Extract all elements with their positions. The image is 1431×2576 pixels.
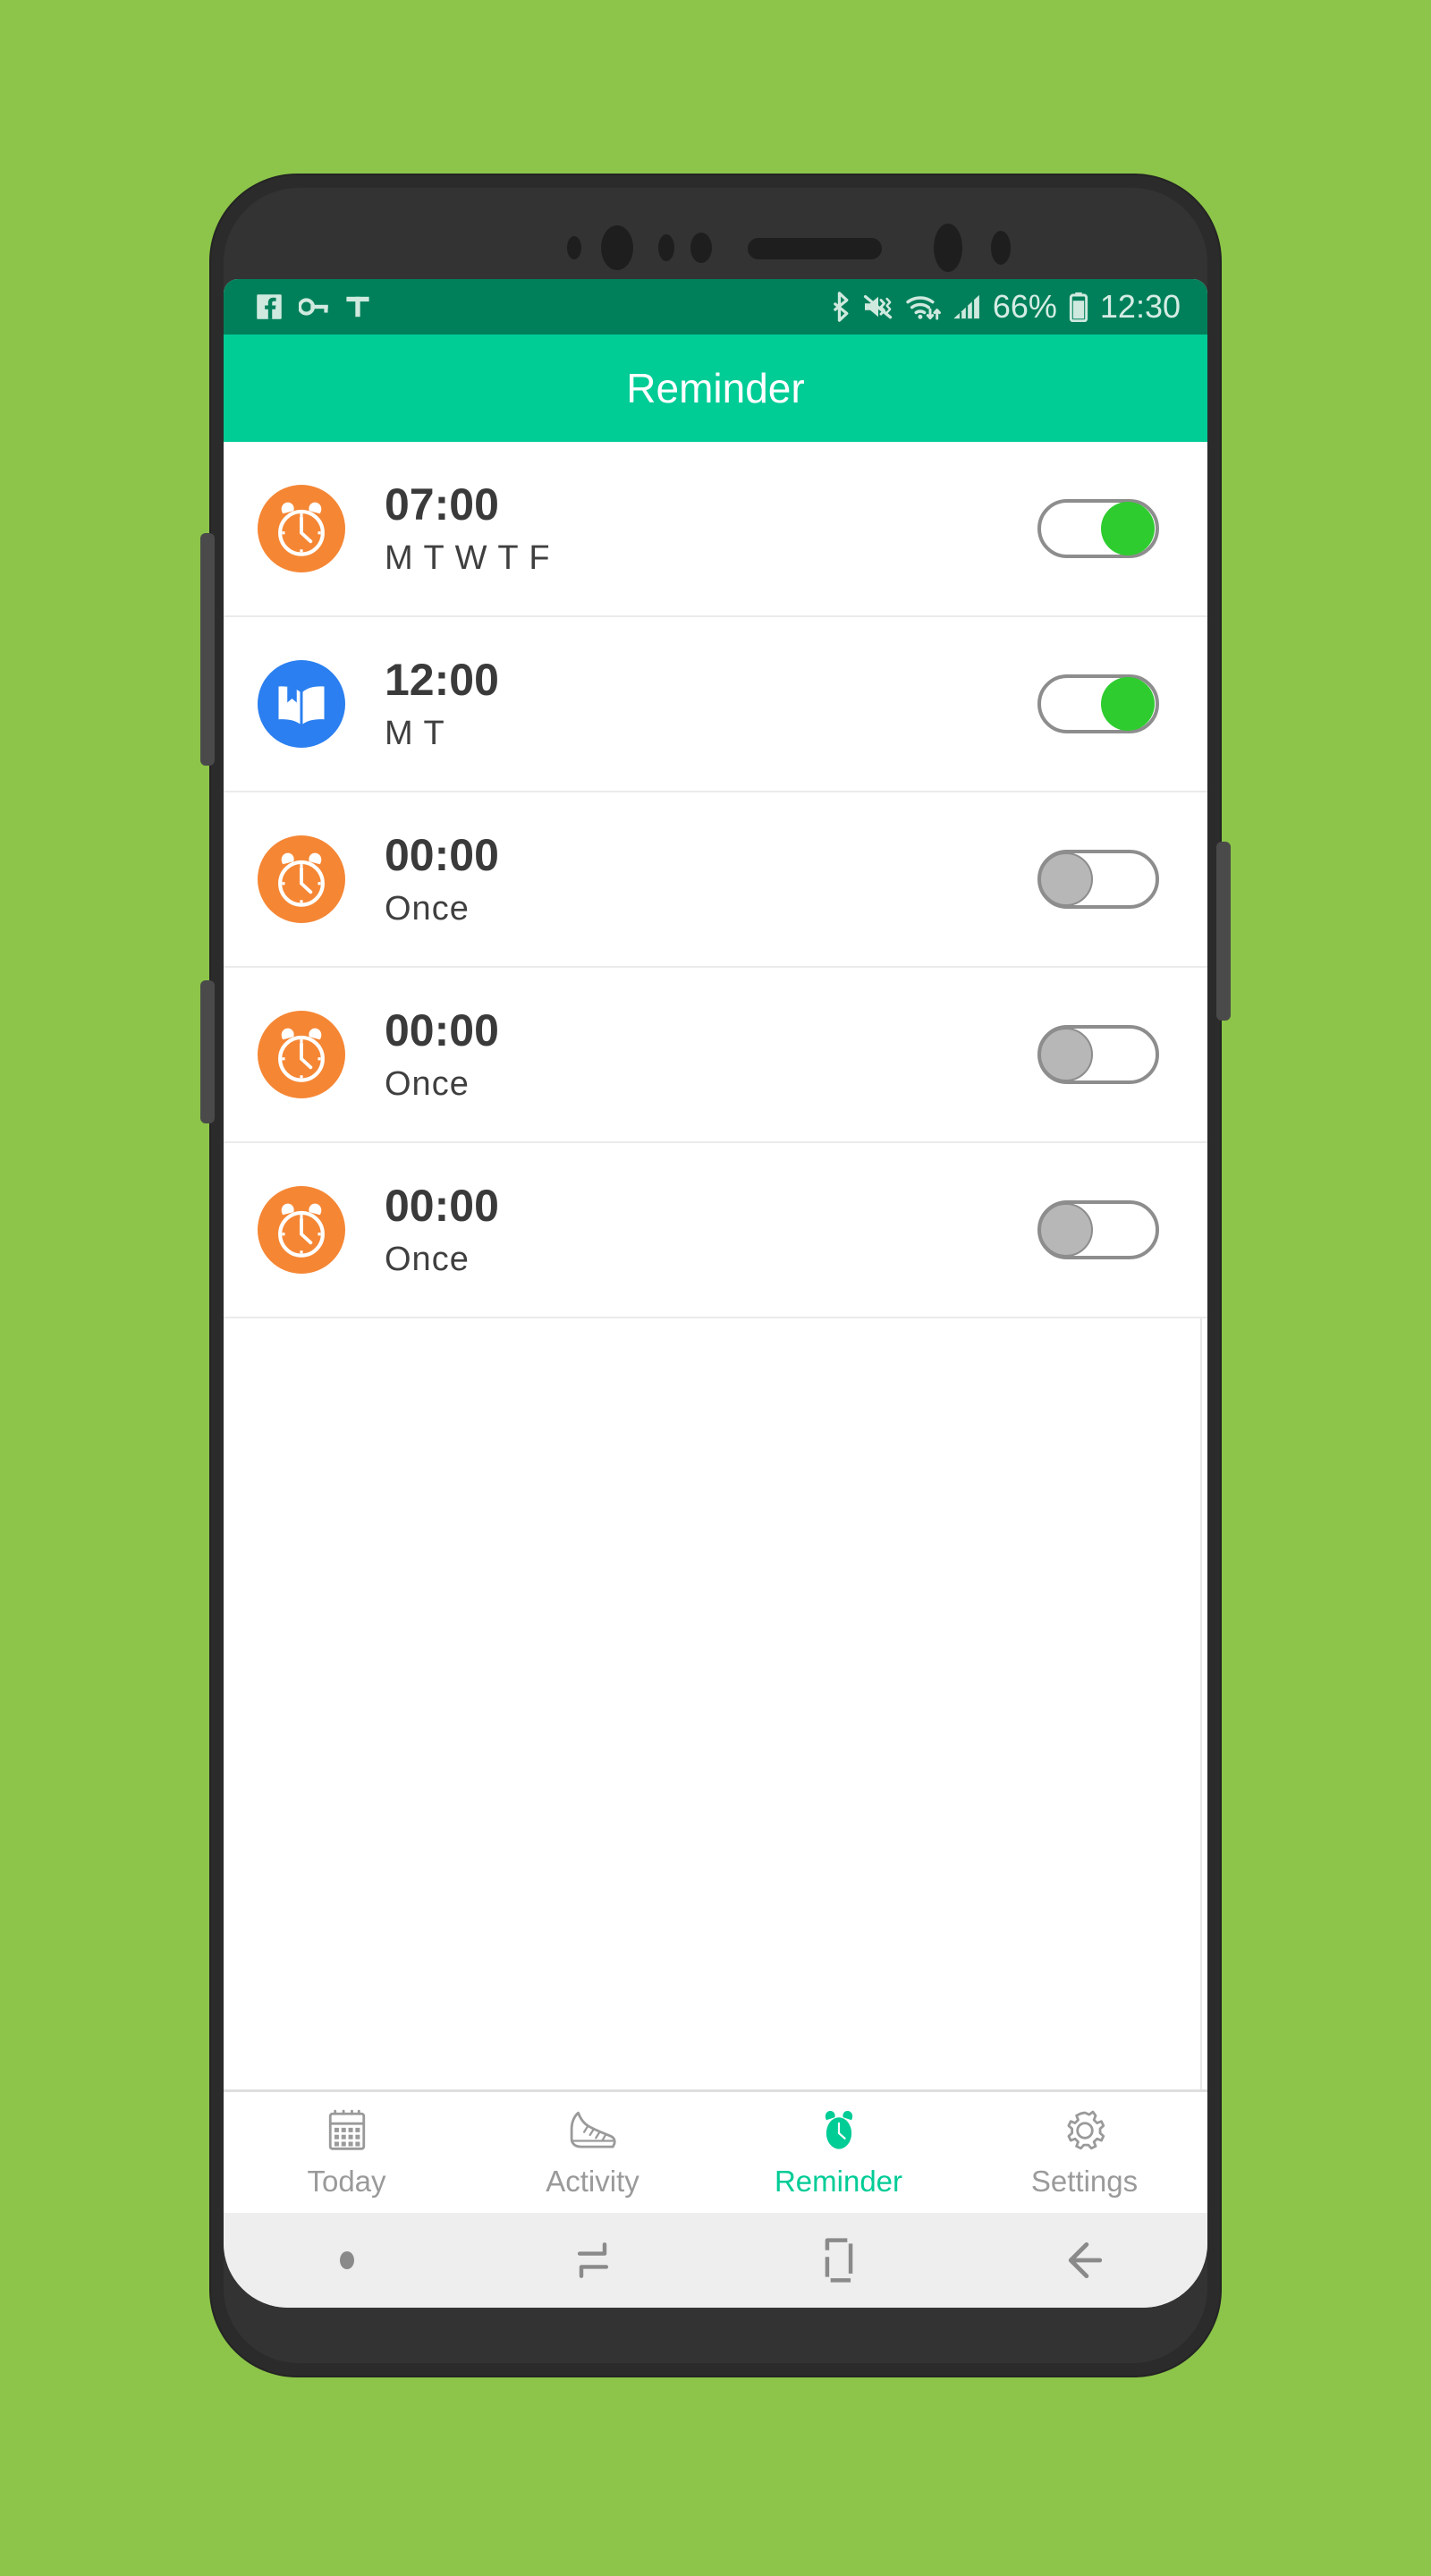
reminder-row[interactable]: 00:00 Once <box>224 968 1207 1143</box>
vertical-scrollbar[interactable] <box>1200 1318 1202 2089</box>
android-system-nav-bar <box>224 2213 1207 2308</box>
shoe-icon <box>568 2107 618 2154</box>
reminder-time: 07:00 <box>385 479 499 530</box>
volume-button[interactable] <box>200 533 215 766</box>
text-input-icon <box>345 293 370 320</box>
earpiece-speaker <box>748 238 882 259</box>
assistant-button[interactable] <box>200 980 215 1123</box>
reminder-time: 00:00 <box>385 1181 499 1231</box>
wifi-icon <box>905 292 941 321</box>
reminder-days: Once <box>385 1065 470 1103</box>
page-title: Reminder <box>626 365 805 411</box>
status-bar: 66% 12:30 <box>224 279 1207 335</box>
tab-label: Reminder <box>774 2164 903 2198</box>
reminder-toggle[interactable] <box>1037 850 1159 909</box>
led-indicator-icon <box>991 231 1011 265</box>
reminder-days: Once <box>385 1241 470 1278</box>
home-icon[interactable] <box>716 2235 961 2285</box>
light-sensor-icon <box>690 233 712 263</box>
back-icon[interactable] <box>961 2237 1207 2284</box>
recents-icon[interactable] <box>470 2237 716 2284</box>
bottom-tab-bar: Today Activity Reminder Settings <box>224 2089 1207 2213</box>
reminder-list[interactable]: 07:00 M T W T F 12:00 M T 00:00 Once 00:… <box>224 442 1207 1318</box>
mute-vibrate-icon <box>862 292 894 321</box>
iris-scanner-icon <box>934 224 962 272</box>
reminder-row[interactable]: 00:00 Once <box>224 1143 1207 1318</box>
alarm-clock-icon <box>817 2107 861 2154</box>
tab-label: Settings <box>1030 2164 1139 2198</box>
toggle-knob <box>1039 1028 1093 1081</box>
battery-icon <box>1068 292 1089 322</box>
bluetooth-icon <box>830 292 851 322</box>
facebook-icon <box>256 293 283 320</box>
list-empty-area <box>224 1318 1207 2089</box>
phone-device-frame: 66% 12:30 Reminder 07:00 M T W T F 12:00… <box>200 175 1231 2376</box>
tab-reminder[interactable]: Reminder <box>716 2092 961 2213</box>
calendar-icon <box>326 2107 368 2154</box>
sensor-dot-icon <box>567 236 581 259</box>
reminder-days: M T <box>385 715 445 752</box>
reminder-toggle[interactable] <box>1037 674 1159 733</box>
reminder-time: 12:00 <box>385 655 499 705</box>
alarm-clock-icon <box>258 1186 345 1274</box>
toggle-knob <box>1039 852 1093 906</box>
reminder-days: Once <box>385 890 470 928</box>
vpn-key-icon <box>299 293 329 320</box>
reminder-toggle[interactable] <box>1037 499 1159 558</box>
reminder-time: 00:00 <box>385 830 499 880</box>
alarm-clock-icon <box>258 485 345 572</box>
tab-today[interactable]: Today <box>224 2092 470 2213</box>
proximity-sensor-icon <box>658 234 674 261</box>
toggle-knob <box>1101 677 1155 731</box>
reminder-row[interactable]: 07:00 M T W T F <box>224 442 1207 617</box>
book-icon <box>258 660 345 748</box>
toggle-knob <box>1039 1203 1093 1257</box>
tab-label: Activity <box>546 2164 639 2198</box>
reminder-row[interactable]: 12:00 M T <box>224 617 1207 792</box>
toggle-knob <box>1101 502 1155 555</box>
alarm-clock-icon <box>258 1011 345 1098</box>
battery-percent-label: 66% <box>992 288 1057 325</box>
tab-activity[interactable]: Activity <box>470 2092 716 2213</box>
reminder-toggle[interactable] <box>1037 1025 1159 1084</box>
front-camera-icon <box>601 225 633 270</box>
app-bar: Reminder <box>224 335 1207 442</box>
alarm-clock-icon <box>258 835 345 923</box>
nav-dot-indicator[interactable] <box>224 2251 470 2269</box>
reminder-days: M T W T F <box>385 539 551 577</box>
status-bar-clock: 12:30 <box>1099 288 1181 325</box>
gear-icon <box>1063 2107 1107 2154</box>
phone-screen: 66% 12:30 Reminder 07:00 M T W T F 12:00… <box>224 279 1207 2308</box>
power-button[interactable] <box>1216 842 1231 1021</box>
tab-settings[interactable]: Settings <box>961 2092 1207 2213</box>
signal-bars-icon <box>952 292 982 321</box>
reminder-time: 00:00 <box>385 1005 499 1055</box>
reminder-row[interactable]: 00:00 Once <box>224 792 1207 968</box>
tab-label: Today <box>307 2164 386 2198</box>
reminder-toggle[interactable] <box>1037 1200 1159 1259</box>
